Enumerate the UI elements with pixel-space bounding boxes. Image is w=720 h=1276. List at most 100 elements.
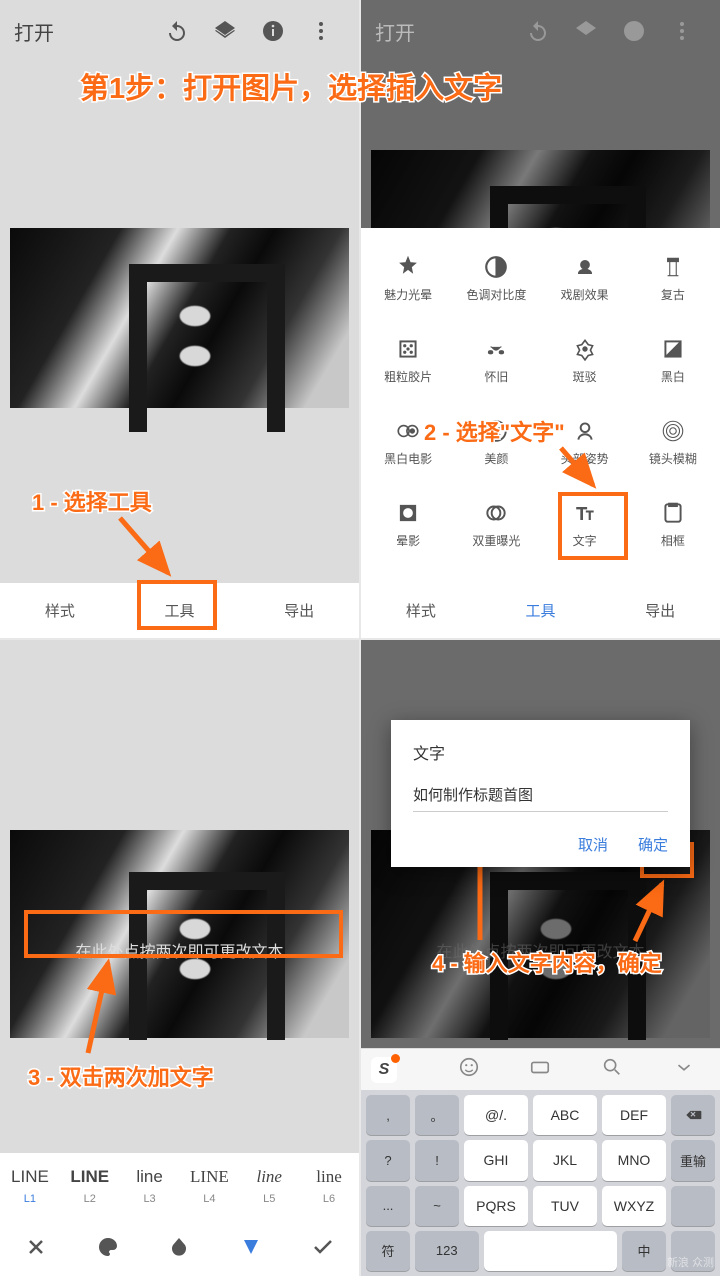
info-icon[interactable] [257, 15, 289, 47]
key-at[interactable]: @/. [464, 1095, 528, 1135]
open-label[interactable]: 打开 [14, 17, 54, 46]
text-style-icon[interactable] [237, 1233, 265, 1261]
style-id: L2 [84, 1193, 96, 1205]
arrow-4b [620, 876, 680, 948]
tool-grunge[interactable]: 斑驳 [542, 320, 628, 400]
key-symbol[interactable]: 符 [366, 1231, 410, 1271]
key-backspace[interactable] [671, 1095, 715, 1135]
panel-3: 在此处点按两次即可更改文本 LINEL1LINEL2lineL3LINEL4li… [0, 640, 359, 1276]
dialog-input[interactable]: 如何制作标题首图 [413, 784, 668, 812]
undo-icon[interactable] [522, 15, 554, 47]
key-comma[interactable]: , [366, 1095, 410, 1135]
style-L3[interactable]: lineL3 [120, 1153, 180, 1218]
mark-overlay-text [24, 910, 343, 958]
tool-drama[interactable]: 戏剧效果 [542, 238, 628, 318]
tool-retrolux[interactable]: 怀旧 [453, 320, 539, 400]
close-icon[interactable] [22, 1233, 50, 1261]
tool-label: 黑白 [661, 368, 685, 385]
key-reinput[interactable]: 重输 [671, 1140, 715, 1180]
tool-label: 晕影 [396, 532, 420, 549]
key-123[interactable]: 123 [415, 1231, 479, 1271]
tool-label: 怀旧 [484, 368, 508, 385]
cancel-button[interactable]: 取消 [578, 834, 608, 855]
confirm-button[interactable]: 确定 [638, 834, 668, 855]
style-id: L1 [24, 1193, 36, 1205]
key-def[interactable]: DEF [602, 1095, 666, 1135]
key-tilde[interactable]: ~ [415, 1186, 459, 1226]
panel-2: 打开 魅力光晕色调对比度戏剧效果复古粗粒胶片怀旧斑驳黑白黑白电影美颜头部姿势镜头… [361, 0, 720, 638]
keyboard: , 。 @/. ABC DEF ? ! GHI JKL MNO 重输 ... ~… [361, 1090, 720, 1276]
tool-vignette[interactable]: 晕影 [365, 484, 451, 564]
tool-label: 美颜 [484, 450, 508, 467]
watermark: 新浪 众测 [667, 1257, 714, 1270]
tool-grainy[interactable]: 粗粒胶片 [365, 320, 451, 400]
tab-style[interactable]: 样式 [361, 600, 481, 621]
tool-portrait[interactable]: 美颜 [453, 402, 539, 482]
more-icon[interactable] [305, 15, 337, 47]
key-exclaim[interactable]: ! [415, 1140, 459, 1180]
tab-tools[interactable]: 工具 [481, 600, 601, 621]
style-L5[interactable]: lineL5 [239, 1153, 299, 1218]
image-canvas[interactable] [10, 228, 349, 408]
dialog-title: 文字 [413, 740, 668, 764]
grainy-icon [395, 336, 421, 362]
key-question[interactable]: ? [366, 1140, 410, 1180]
style-L2[interactable]: LINE L2 [60, 1153, 120, 1218]
collapse-icon[interactable] [648, 1056, 720, 1083]
glamour-icon [395, 254, 421, 280]
edit-toolbar [0, 1218, 359, 1276]
more-icon[interactable] [666, 15, 698, 47]
tab-style[interactable]: 样式 [0, 600, 120, 621]
headpose-icon [572, 418, 598, 444]
tool-tonal[interactable]: 色调对比度 [453, 238, 539, 318]
opacity-icon[interactable] [165, 1233, 193, 1261]
style-preview: LINE [70, 1167, 109, 1187]
style-L6[interactable]: lineL6 [299, 1153, 359, 1218]
style-id: L6 [323, 1193, 335, 1205]
ime-logo[interactable]: S [361, 1057, 433, 1083]
key-ghi[interactable]: GHI [464, 1140, 528, 1180]
top-bar: 打开 [361, 0, 720, 62]
retrolux-icon [483, 336, 509, 362]
open-label[interactable]: 打开 [375, 17, 415, 46]
style-L1[interactable]: LINEL1 [0, 1153, 60, 1218]
key-tuv[interactable]: TUV [533, 1186, 597, 1226]
tool-label: 粗粒胶片 [384, 368, 432, 385]
frames-icon [660, 500, 686, 526]
tool-lensblur[interactable]: 镜头模糊 [630, 402, 716, 482]
style-L4[interactable]: LINEL4 [179, 1153, 239, 1218]
key-abc[interactable]: ABC [533, 1095, 597, 1135]
tab-export[interactable]: 导出 [239, 600, 359, 621]
key-mno[interactable]: MNO [602, 1140, 666, 1180]
tool-frames[interactable]: 相框 [630, 484, 716, 564]
key-lang[interactable]: 中 [622, 1231, 666, 1271]
tool-noir[interactable]: 黑白电影 [365, 402, 451, 482]
layers-icon[interactable] [209, 15, 241, 47]
search-icon[interactable] [576, 1056, 648, 1083]
grunge-icon [572, 336, 598, 362]
confirm-icon[interactable] [309, 1233, 337, 1261]
key-jkl[interactable]: JKL [533, 1140, 597, 1180]
key-space[interactable] [484, 1231, 617, 1271]
info-icon[interactable] [618, 15, 650, 47]
palette-icon[interactable] [94, 1233, 122, 1261]
emoji-icon[interactable] [433, 1056, 505, 1083]
keyboard-icon[interactable] [505, 1056, 577, 1083]
bw-icon [660, 336, 686, 362]
key-placeholder[interactable] [671, 1186, 715, 1226]
dblexp-icon [483, 500, 509, 526]
tool-label: 黑白电影 [384, 450, 432, 467]
key-ellipsis[interactable]: ... [366, 1186, 410, 1226]
key-wxyz[interactable]: WXYZ [602, 1186, 666, 1226]
text-styles-row: LINEL1 LINE L2 lineL3LINEL4lineL5lineL6 [0, 1153, 359, 1218]
key-period[interactable]: 。 [415, 1095, 459, 1135]
tool-vintage[interactable]: 复古 [630, 238, 716, 318]
text-input-dialog: 文字 如何制作标题首图 取消 确定 [391, 720, 690, 867]
undo-icon[interactable] [161, 15, 193, 47]
layers-icon[interactable] [570, 15, 602, 47]
key-pqrs[interactable]: PQRS [464, 1186, 528, 1226]
tool-bw[interactable]: 黑白 [630, 320, 716, 400]
tool-dblexp[interactable]: 双重曝光 [453, 484, 539, 564]
tab-export[interactable]: 导出 [600, 600, 720, 621]
tool-glamour[interactable]: 魅力光晕 [365, 238, 451, 318]
